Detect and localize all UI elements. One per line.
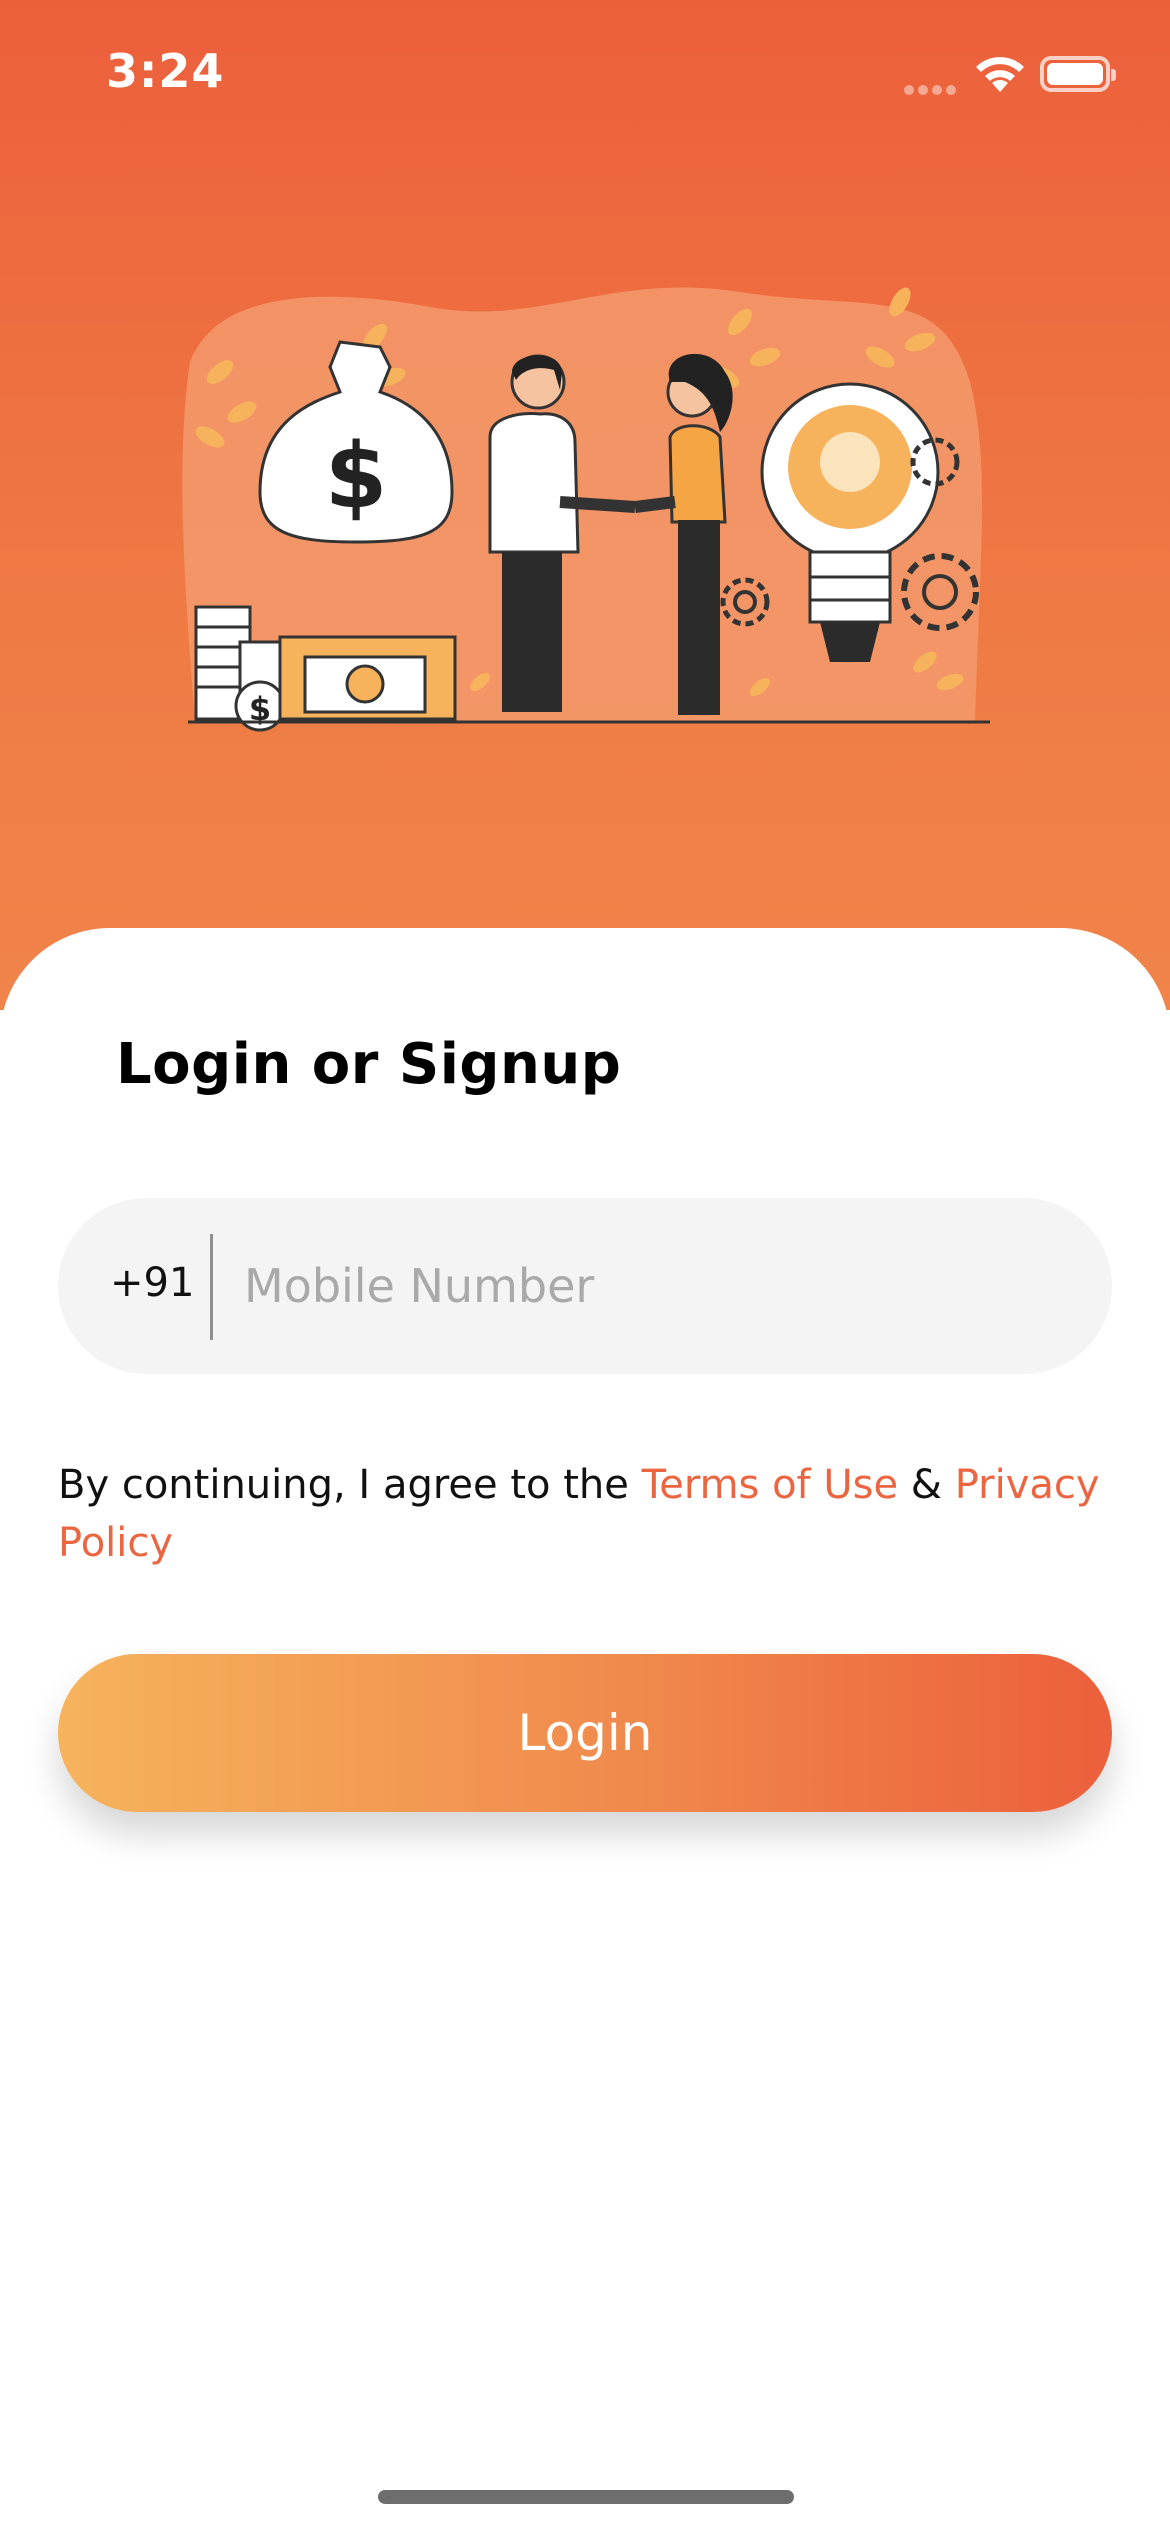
status-time: 3:24 — [106, 44, 225, 98]
wifi-icon — [976, 57, 1024, 92]
terms-text: By continuing, I agree to the Terms of U… — [58, 1456, 1118, 1572]
battery-icon — [1040, 56, 1116, 92]
terms-and: & — [898, 1462, 955, 1508]
terms-prefix: By continuing, I agree to the — [58, 1462, 642, 1508]
mobile-number-field[interactable]: +91 — [58, 1198, 1112, 1374]
handshake-illustration: $ $ — [182, 287, 990, 732]
mobile-number-input[interactable] — [244, 1238, 1064, 1334]
hero-background: 3:24 $ $ — [0, 0, 1170, 1010]
money-symbol: $ — [325, 424, 388, 529]
terms-of-use-link[interactable]: Terms of Use — [642, 1462, 899, 1508]
field-divider — [210, 1234, 213, 1340]
country-code[interactable]: +91 — [110, 1260, 194, 1306]
home-indicator — [378, 2490, 794, 2504]
page-title: Login or Signup — [116, 1032, 622, 1097]
status-bar: 3:24 — [0, 0, 1170, 150]
cellular-signal-icon — [904, 80, 962, 95]
login-button[interactable]: Login — [58, 1654, 1112, 1812]
